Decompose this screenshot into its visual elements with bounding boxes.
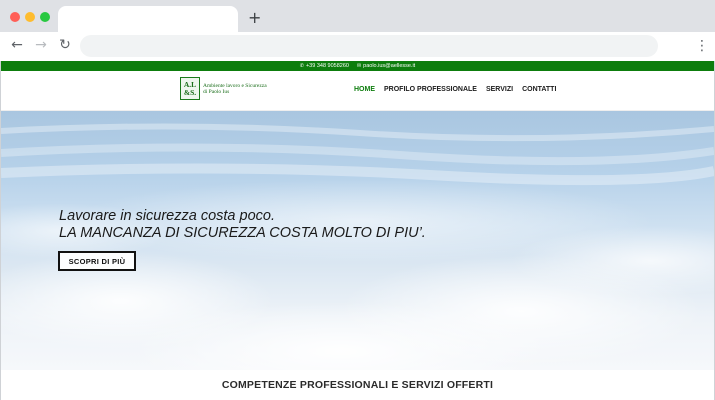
topbar-phone-text: +39 348 9058260 <box>305 63 349 69</box>
scopri-di-piu-button[interactable]: SCOPRI DI PIÙ <box>58 251 136 271</box>
services-section-header: COMPETENZE PROFESSIONALI E SERVIZI OFFER… <box>1 370 714 400</box>
new-tab-button[interactable]: + <box>248 8 261 28</box>
contact-topbar: ✆ +39 348 9058260 ✉ paolo.ius@aellesse.i… <box>1 61 714 71</box>
main-menu: HOME PROFILO PROFESSIONALE SERVIZI CONTA… <box>354 86 556 93</box>
mail-icon: ✉ <box>356 63 362 69</box>
logo-text-line2: di Paolo Ius <box>203 88 230 95</box>
hero-banner: Lavorare in sicurezza costa poco. LA MAN… <box>1 111 714 370</box>
window-controls <box>10 12 50 22</box>
menu-item-contatti[interactable]: CONTATTI <box>522 86 556 93</box>
menu-item-servizi[interactable]: SERVIZI <box>486 86 513 93</box>
hero-headline-line1: Lavorare in sicurezza costa poco. <box>59 208 275 224</box>
topbar-email-text: paolo.ius@aellesse.it <box>363 63 416 69</box>
topbar-phone[interactable]: ✆ +39 348 9058260 <box>300 63 349 69</box>
logo-mark-line2: &S. <box>183 87 197 97</box>
section-title: COMPETENZE PROFESSIONALI E SERVIZI OFFER… <box>221 379 494 391</box>
site-header: A.L &S. Ambiente lavoro e Sicurezza di P… <box>1 71 714 111</box>
browser-chrome: + ← → ↻ ⋮ <box>0 0 715 61</box>
reload-icon[interactable]: ↻ <box>56 36 74 54</box>
maximize-window-button[interactable] <box>40 12 50 22</box>
address-bar[interactable] <box>80 35 658 57</box>
browser-menu-icon[interactable]: ⋮ <box>695 37 709 55</box>
topbar-email[interactable]: ✉ paolo.ius@aellesse.it <box>357 63 415 69</box>
browser-toolbar: ← → ↻ ⋮ <box>0 32 715 61</box>
minimize-window-button[interactable] <box>25 12 35 22</box>
menu-item-profilo-professionale[interactable]: PROFILO PROFESSIONALE <box>384 86 477 93</box>
site-logo[interactable]: A.L &S. Ambiente lavoro e Sicurezza di P… <box>180 77 267 100</box>
hero-headline: Lavorare in sicurezza costa poco. LA MAN… <box>59 208 619 242</box>
menu-item-home[interactable]: HOME <box>354 86 375 93</box>
logo-wordmark: Ambiente lavoro e Sicurezza di Paolo Ius <box>203 83 267 95</box>
sky-streaks-background <box>1 123 714 186</box>
browser-tab-active[interactable] <box>58 6 238 32</box>
forward-arrow-icon[interactable]: → <box>32 36 50 54</box>
hero-headline-line2: LA MANCANZA DI SICUREZZA COSTA MOLTO DI … <box>59 225 426 241</box>
back-arrow-icon[interactable]: ← <box>8 36 26 54</box>
logo-text-line1: Ambiente lavoro e Sicurezza <box>203 82 267 89</box>
phone-icon: ✆ <box>299 63 304 69</box>
website-viewport: ✆ +39 348 9058260 ✉ paolo.ius@aellesse.i… <box>0 61 715 400</box>
close-window-button[interactable] <box>10 12 20 22</box>
logo-mark: A.L &S. <box>180 77 200 100</box>
